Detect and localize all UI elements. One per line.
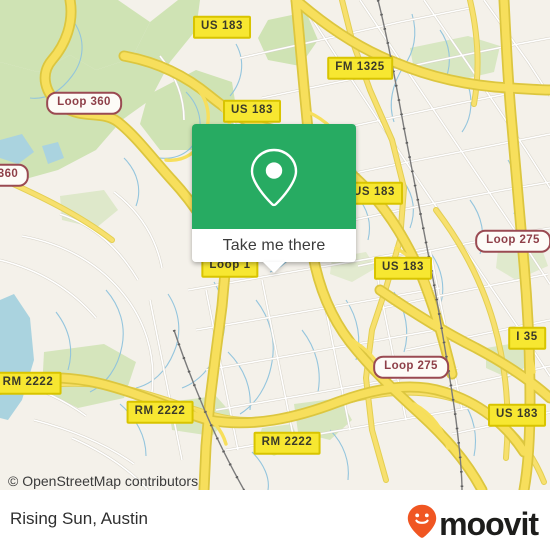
map-screen: US 183 FM 1325 Loop 360 US 183 360 US 183 Loop…: [0, 0, 550, 550]
road-shield: RM 2222: [126, 400, 194, 424]
road-shield: Loop 275: [475, 229, 550, 253]
road-shield: RM 2222: [253, 431, 321, 455]
take-me-there-popup[interactable]: Take me there: [192, 124, 356, 273]
road-shield: 360: [0, 163, 30, 187]
road-shield: I 35: [508, 326, 546, 350]
map-pin-icon: [248, 146, 300, 208]
road-shield: Loop 275: [373, 355, 449, 379]
road-shield: FM 1325: [327, 56, 393, 80]
take-me-there-label: Take me there: [222, 236, 326, 254]
popup-pointer: [263, 262, 285, 273]
osm-attribution: © OpenStreetMap contributors: [8, 473, 199, 489]
footer-bar: Rising Sun, Austin moovit: [0, 490, 550, 550]
take-me-there-button[interactable]: Take me there: [192, 229, 356, 273]
road-shield: US 183: [488, 403, 546, 427]
moovit-smiley-pin-icon: [407, 504, 437, 543]
moovit-brand[interactable]: moovit: [407, 504, 539, 543]
moovit-wordmark: moovit: [439, 505, 539, 542]
road-shield: US 183: [374, 256, 432, 280]
road-shield: US 183: [193, 15, 251, 39]
place-title: Rising Sun, Austin: [10, 509, 148, 528]
road-shield: RM 2222: [0, 371, 62, 395]
road-shield: US 183: [223, 99, 281, 123]
road-shield: Loop 360: [46, 91, 122, 115]
popup-icon-panel: [192, 124, 356, 229]
